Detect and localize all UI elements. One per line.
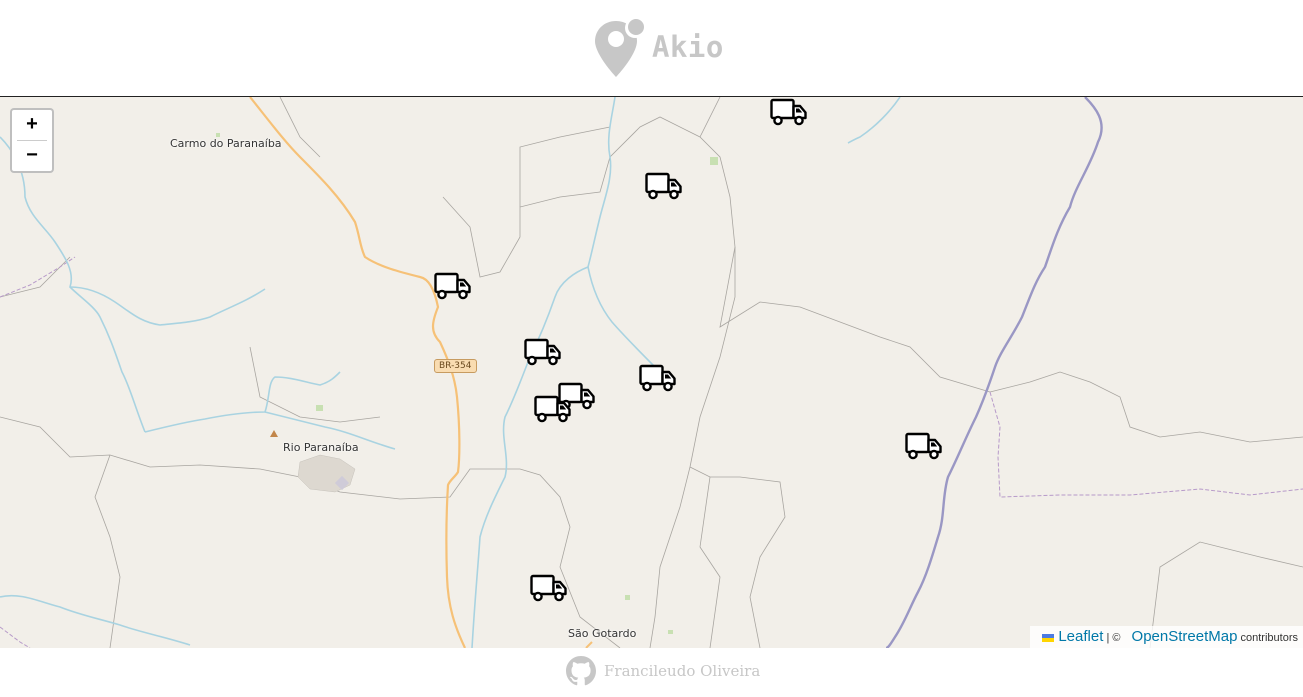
app-logo[interactable]: Akio [594, 17, 724, 79]
truck-marker-icon[interactable] [905, 432, 943, 462]
road-shield: BR-354 [434, 359, 477, 373]
truck-marker-icon[interactable] [645, 172, 683, 202]
map-pin-icon [595, 18, 645, 77]
place-label-carmo: Carmo do Paranaíba [170, 137, 282, 150]
github-icon [566, 656, 596, 686]
app-footer: Francileudo Oliveira [0, 648, 1303, 697]
place-label-sao-gotardo: São Gotardo [568, 627, 637, 640]
leaflet-link[interactable]: Leaflet [1058, 628, 1103, 645]
app-header: Akio [0, 0, 1303, 96]
truck-marker-icon[interactable] [770, 98, 808, 128]
zoom-in-button[interactable]: + [17, 110, 47, 140]
openstreetmap-link[interactable]: OpenStreetMap [1132, 628, 1238, 645]
app-title: Akio [652, 30, 724, 64]
footer-author-link[interactable]: Francileudo Oliveira [566, 656, 760, 686]
attribution-contributors: contributors [1240, 632, 1298, 644]
truck-marker-icon[interactable] [530, 574, 568, 604]
map-attribution: Leaflet | © OpenStreetMap contributors [1030, 626, 1303, 648]
place-label-rio-paranaiba: Rio Paranaíba [283, 441, 359, 454]
truck-marker-icon[interactable] [639, 364, 677, 394]
attribution-separator: | © [1106, 632, 1121, 644]
ukraine-flag-icon [1042, 634, 1055, 643]
footer-author: Francileudo Oliveira [604, 662, 761, 680]
zoom-control: + − [10, 108, 54, 173]
truck-marker-icon[interactable] [524, 338, 562, 368]
map-view[interactable]: Carmo do Paranaíba Rio Paranaíba São Got… [0, 96, 1303, 649]
truck-marker-icon[interactable] [534, 395, 572, 425]
zoom-out-button[interactable]: − [17, 140, 47, 171]
truck-marker-icon[interactable] [434, 272, 472, 302]
